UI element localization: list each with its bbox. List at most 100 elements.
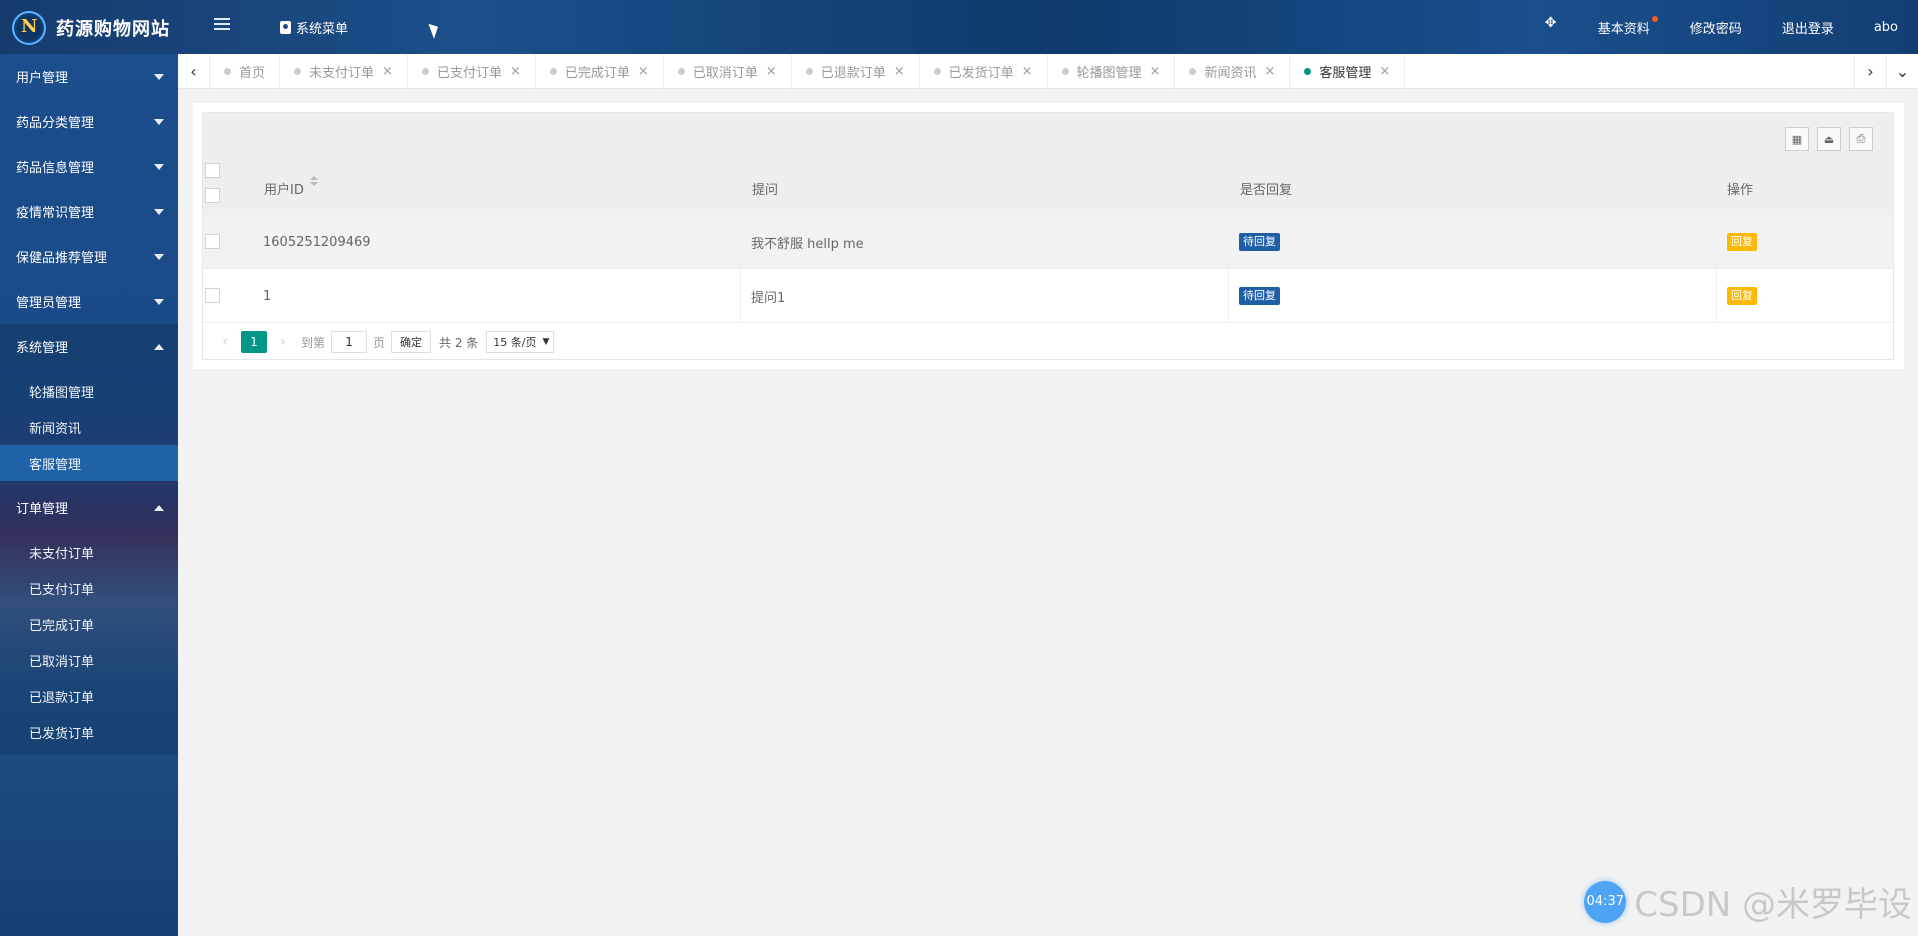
chevron-down-icon [154, 118, 164, 125]
username[interactable]: abo [1854, 20, 1918, 35]
current-page[interactable]: 1 [241, 331, 267, 353]
close-icon[interactable]: × [766, 64, 777, 79]
sidebar-item-carousel[interactable]: 轮播图管理 [0, 373, 178, 409]
basic-info-link[interactable]: 基本资料 [1578, 15, 1670, 37]
table-row[interactable]: 1605251209469 我不舒服 hellp me 待回复 回复 [203, 215, 1893, 269]
tab-dot [1061, 68, 1069, 75]
sidebar-group-user[interactable]: 用户管理 [0, 54, 178, 99]
tab-options-button[interactable]: ⌄ [1886, 54, 1918, 89]
sidebar-group-drug-info[interactable]: 药品信息管理 [0, 144, 178, 189]
tab-customer-service[interactable]: 客服管理 × [1290, 54, 1406, 89]
tab-scroll-left-button[interactable]: ‹ [178, 54, 210, 89]
tab-bar: ‹ 首页 未支付订单 × 已支付订单 × 已完成订单 × 已取消订单 × 已退款订单 × … [178, 54, 1918, 89]
sidebar-item-unpaid[interactable]: 未支付订单 [0, 534, 178, 570]
sidebar-item-shipped[interactable]: 已发货订单 [0, 714, 178, 750]
table-toolbar: ▦ ⏏ ⎙ [203, 113, 1893, 161]
tab-home[interactable]: 首页 [210, 54, 281, 89]
sidebar-item-news[interactable]: 新闻资讯 [0, 409, 178, 445]
close-icon[interactable]: × [1150, 64, 1161, 79]
close-icon[interactable]: × [510, 64, 521, 79]
column-header-label: 用户ID [264, 182, 304, 198]
sidebar-toggle-icon[interactable] [214, 18, 230, 32]
goto-confirm-button[interactable]: 确定 [391, 331, 432, 353]
tab-shipped[interactable]: 已发货订单 × [920, 54, 1048, 89]
tab-news[interactable]: 新闻资讯 × [1175, 54, 1291, 89]
tab-refunded[interactable]: 已退款订单 × [792, 54, 920, 89]
row-checkbox[interactable] [205, 234, 220, 249]
sidebar-group-orders[interactable]: 订单管理 [0, 485, 178, 530]
table-header: 用户ID 提问 是否回复 操作 [203, 161, 1893, 215]
close-icon[interactable]: × [1022, 64, 1033, 79]
next-page-button[interactable]: › [273, 334, 293, 350]
change-password-link[interactable]: 修改密码 [1670, 18, 1762, 37]
column-header-user-id[interactable]: 用户ID [264, 161, 318, 215]
sidebar-item-customer-service[interactable]: 客服管理 [0, 445, 178, 481]
tab-dot [549, 68, 557, 75]
tab-paid[interactable]: 已支付订单 × [408, 54, 536, 89]
user-card-icon [280, 21, 291, 34]
sidebar-group-label: 保健品推荐管理 [16, 251, 108, 266]
tab-scroll-right-button[interactable]: › [1854, 54, 1886, 89]
reply-button[interactable]: 回复 [1727, 287, 1757, 305]
sidebar-group-health[interactable]: 保健品推荐管理 [0, 234, 178, 279]
tab-unpaid[interactable]: 未支付订单 × [280, 54, 408, 89]
goto-page-input[interactable] [331, 331, 368, 353]
sidebar-group-label: 管理员管理 [16, 296, 82, 311]
status-badge: 待回复 [1239, 233, 1280, 251]
cell-user-id: 1605251209469 [253, 215, 741, 269]
sidebar-group-system[interactable]: 系统管理 [0, 324, 178, 369]
cell-user-id: 1 [253, 269, 741, 323]
tab-label: 未支付订单 [309, 66, 375, 81]
sidebar-item-refunded[interactable]: 已退款订单 [0, 678, 178, 714]
sidebar-submenu-system: 轮播图管理 新闻资讯 客服管理 [0, 369, 178, 485]
sidebar-group-admin[interactable]: 管理员管理 [0, 279, 178, 324]
sidebar-item-paid[interactable]: 已支付订单 [0, 570, 178, 606]
site-logo[interactable]: N 药源购物网站 [12, 11, 170, 45]
sidebar-group-epidemic[interactable]: 疫情常识管理 [0, 189, 178, 234]
chevron-down-icon: ⌄ [1895, 62, 1910, 81]
tab-label: 已完成订单 [564, 66, 630, 81]
close-icon[interactable]: × [1379, 64, 1390, 79]
system-menu-button[interactable]: 系统菜单 [280, 18, 348, 37]
prev-page-button[interactable]: ‹ [215, 334, 235, 350]
sidebar-item-cancelled[interactable]: 已取消订单 [0, 642, 178, 678]
table-row[interactable]: 1 提问1 待回复 回复 [203, 269, 1893, 323]
columns-filter-button[interactable]: ▦ [1785, 127, 1809, 151]
tab-dot [294, 68, 302, 75]
cell-text: 1 [263, 288, 272, 304]
tab-cancelled[interactable]: 已取消订单 × [664, 54, 792, 89]
close-icon[interactable]: × [1264, 64, 1275, 79]
export-button[interactable]: ⏏ [1817, 127, 1841, 151]
top-header: N 药源购物网站 系统菜单 基本资料 修改密码 退出登录 abo [0, 0, 1918, 54]
chevron-down-icon: ▼ [542, 337, 550, 347]
chevron-up-icon [154, 504, 164, 511]
column-header-replied: 是否回复 [1240, 161, 1292, 215]
sidebar-group-label: 用户管理 [16, 71, 69, 86]
select-all-checkbox[interactable] [205, 163, 220, 178]
row-checkbox[interactable] [205, 288, 220, 303]
close-icon[interactable]: × [638, 64, 649, 79]
chevron-left-icon: ‹ [190, 62, 197, 81]
tab-label: 已取消订单 [692, 66, 758, 81]
reply-button[interactable]: 回复 [1727, 233, 1757, 251]
cell-question: 提问1 [741, 269, 1229, 323]
sidebar-group-drug-category[interactable]: 药品分类管理 [0, 99, 178, 144]
notification-dot [1651, 15, 1658, 22]
page-size-select[interactable]: 15 条/页 ▼ [486, 331, 555, 353]
watermark: 04:37 CSDN @米罗毕设 [1584, 877, 1912, 926]
sort-icon[interactable] [309, 176, 318, 188]
tab-label: 新闻资讯 [1204, 66, 1257, 81]
watermark-text: CSDN @米罗毕设 [1634, 885, 1912, 925]
close-icon[interactable]: × [894, 64, 905, 79]
logout-link[interactable]: 退出登录 [1762, 18, 1854, 37]
tab-carousel[interactable]: 轮播图管理 × [1048, 54, 1176, 89]
tab-label: 轮播图管理 [1076, 66, 1142, 81]
sidebar-item-completed[interactable]: 已完成订单 [0, 606, 178, 642]
sidebar-group-label: 疫情常识管理 [16, 206, 95, 221]
tab-completed[interactable]: 已完成订单 × [536, 54, 664, 89]
close-icon[interactable]: × [382, 64, 393, 79]
cell-text: 提问1 [751, 290, 786, 306]
fullscreen-button[interactable] [1526, 15, 1578, 35]
print-button[interactable]: ⎙ [1849, 127, 1873, 151]
header-checkbox[interactable] [205, 188, 220, 203]
